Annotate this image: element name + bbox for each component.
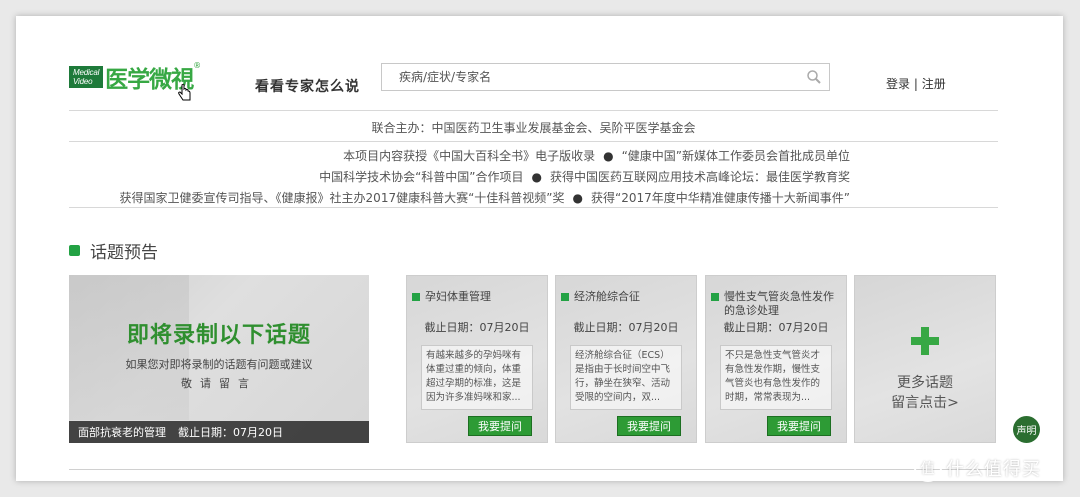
ask-question-button[interactable]: 我要提问 [617, 416, 681, 436]
topic-description: 经济舱综合征（ECS）是指由于长时间空中飞行，静坐在狭窄、活动受限的空间内，双.… [570, 345, 682, 410]
bullet-dot-icon: ● [572, 191, 584, 205]
honor-left: 获得国家卫健委宣传司指导、《健康报》社主办2017健康科普大赛“十佳科普视频”奖 [119, 191, 565, 205]
search-box[interactable] [381, 63, 830, 91]
honor-left: 本项目内容获授《中国大百科全书》电子版收录 [343, 149, 596, 163]
watermark-text: 什么值得买 [946, 459, 1041, 480]
ask-question-button[interactable]: 我要提问 [468, 416, 532, 436]
plus-icon [855, 326, 995, 356]
topic-card-header: 慢性支气管炎急性发作的急诊处理 [711, 290, 843, 318]
auth-separator: | [913, 77, 918, 91]
topic-deadline: 截止日期：07月20日 [723, 321, 829, 334]
topic-bullet-icon [711, 293, 719, 301]
more-topics-text: 更多话题 留言点击> [855, 373, 995, 413]
watermark: 值 什么值得买 [914, 454, 1041, 482]
topic-bullet-icon [561, 293, 569, 301]
featured-deadline: 截止日期：07月20日 [178, 426, 283, 439]
more-topics-line1: 更多话题 [897, 375, 953, 391]
featured-topic-card[interactable]: 即将录制以下话题 如果您对即将录制的话题有问题或建议 敬请留言 面部抗衰老的管理… [69, 275, 369, 443]
auth-links: 登录 | 注册 [886, 75, 946, 92]
featured-subtitle: 如果您对即将录制的话题有问题或建议 [125, 358, 313, 371]
divider [69, 110, 998, 111]
honor-line: 获得国家卫健委宣传司指导、《健康报》社主办2017健康科普大赛“十佳科普视频”奖… [120, 189, 850, 206]
logo-registered-mark: ® [193, 60, 202, 70]
page-frame: Medical Video 医学微視 ® 看看专家怎么说 登录 | 注册 联合主… [16, 16, 1063, 481]
more-topics-card[interactable]: 更多话题 留言点击> [854, 275, 996, 443]
topic-card[interactable]: 慢性支气管炎急性发作的急诊处理 截止日期：07月20日 不只是急性支气管炎才有急… [705, 275, 847, 443]
topic-deadline: 截止日期：07月20日 [424, 321, 530, 334]
watermark-logo-icon: 值 [914, 454, 942, 482]
featured-title: 即将录制以下话题 [126, 323, 311, 348]
section-heading: 话题预告 [69, 238, 158, 263]
section-bullet-icon [69, 245, 80, 256]
bullet-dot-icon: ● [531, 170, 542, 184]
honor-right: “健康中国”新媒体工作委员会首批成员单位 [621, 149, 850, 163]
featured-caption-bar: 面部抗衰老的管理 截止日期：07月20日 [69, 421, 369, 443]
honor-right: 获得“2017年度中华精准健康传播十大新闻事件” [591, 191, 850, 205]
bullet-dot-icon: ● [603, 149, 614, 163]
search-input[interactable] [382, 64, 799, 90]
section-title: 话题预告 [90, 243, 158, 263]
hand-cursor-icon [178, 84, 191, 101]
slogan: 看看专家怎么说 [255, 79, 360, 95]
topic-card[interactable]: 孕妇体重管理 截止日期：07月20日 有越来越多的孕妈咪有体重过重的倾向，体重超… [406, 275, 548, 443]
login-link[interactable]: 登录 [886, 77, 910, 91]
featured-subtitle-2: 敬请留言 [181, 377, 257, 390]
honor-right: 获得中国医药互联网应用技术高峰论坛：最佳医学教育奖 [549, 170, 850, 184]
more-topics-line2: 留言点击> [891, 395, 959, 411]
honor-line: 中国科学技术协会“科普中国”合作项目 ● 获得中国医药互联网应用技术高峰论坛：最佳医… [319, 168, 850, 185]
topic-card-header: 孕妇体重管理 [412, 290, 544, 304]
sponsor-text: 联合主办：中国医药卫生事业发展基金会、吴阶平医学基金会 [371, 121, 696, 135]
topic-deadline: 截止日期：07月20日 [573, 321, 679, 334]
logo-badge-line1: Medical [73, 68, 100, 77]
topic-bullet-icon [412, 293, 420, 301]
topic-title: 慢性支气管炎急性发作的急诊处理 [724, 290, 834, 317]
topic-card-header: 经济舱综合征 [561, 290, 693, 304]
topic-description: 不只是急性支气管炎才有急性发作期，慢性支气管炎也有急性发作的时期，常常表现为..… [720, 345, 832, 410]
topic-description: 有越来越多的孕妈咪有体重过重的倾向，体重超过孕期的标准，这是因为许多准妈咪和家.… [421, 345, 533, 410]
topic-title: 孕妇体重管理 [425, 290, 491, 303]
logo-badge: Medical Video [69, 66, 104, 88]
divider [69, 141, 998, 142]
statement-button[interactable]: 声明 [1013, 416, 1040, 443]
register-link[interactable]: 注册 [922, 77, 946, 91]
featured-topic: 面部抗衰老的管理 [78, 426, 166, 439]
search-icon[interactable] [799, 64, 829, 90]
divider [69, 207, 998, 208]
topic-card[interactable]: 经济舱综合征 截止日期：07月20日 经济舱综合征（ECS）是指由于长时间空中飞… [555, 275, 697, 443]
topic-title: 经济舱综合征 [574, 290, 640, 303]
honor-line: 本项目内容获授《中国大百科全书》电子版收录 ● “健康中国”新媒体工作委员会首批成员… [343, 147, 850, 164]
honor-left: 中国科学技术协会“科普中国”合作项目 [319, 170, 524, 184]
ask-question-button[interactable]: 我要提问 [767, 416, 831, 436]
divider [69, 469, 998, 470]
logo-badge-line2: Video [73, 77, 93, 86]
